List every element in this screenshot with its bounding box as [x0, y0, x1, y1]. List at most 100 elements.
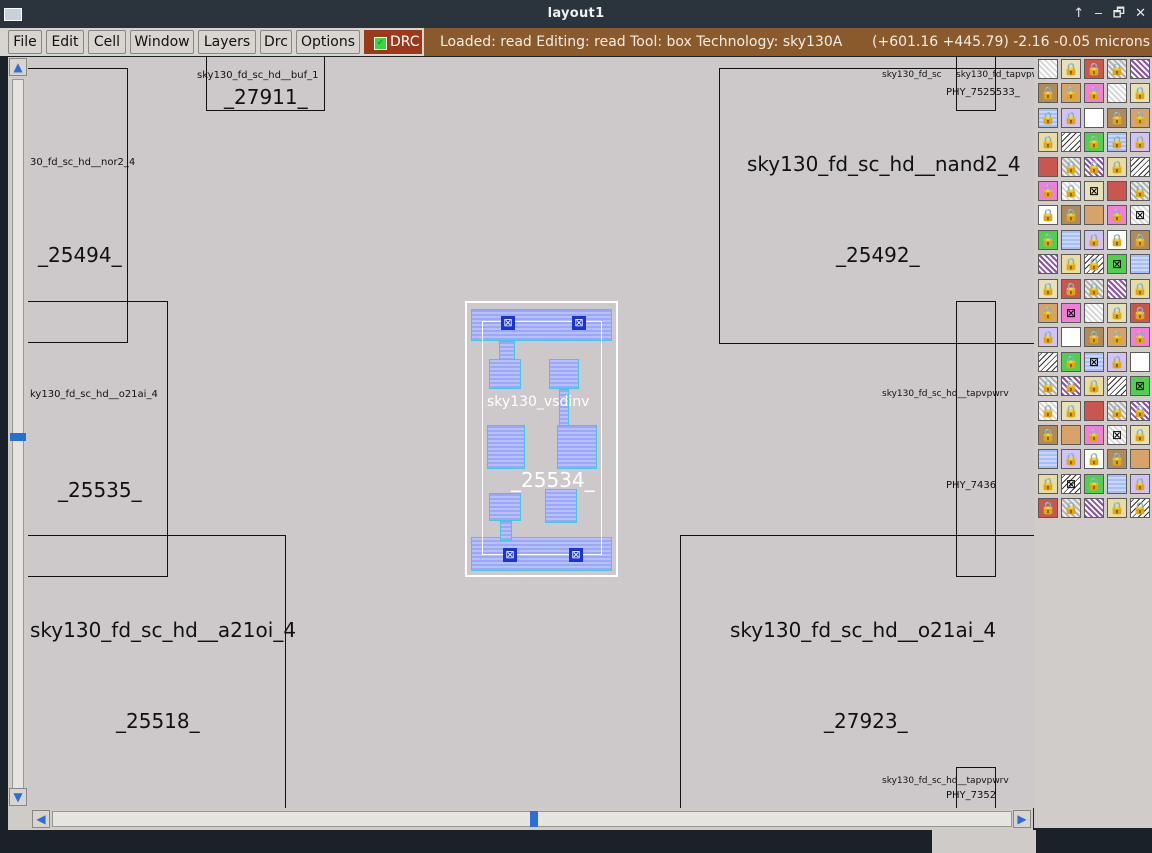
- layer-lock-icon[interactable]: 🔒: [1130, 132, 1150, 153]
- vertical-scrollbar[interactable]: ▲ ▼ ▣: [8, 57, 28, 829]
- layer-lock-icon[interactable]: 🔒: [1038, 181, 1058, 201]
- cell-box-tap-top[interactable]: [956, 57, 996, 111]
- layer-lock-icon[interactable]: 🔒: [1107, 107, 1127, 128]
- layer-lock-icon[interactable]: 🔒: [1038, 132, 1058, 153]
- menu-edit[interactable]: Edit: [46, 30, 84, 54]
- layer-swatch[interactable]: [1084, 498, 1104, 519]
- layer-lock-icon[interactable]: 🔒: [1130, 327, 1150, 348]
- layer-swatch[interactable]: [1130, 449, 1150, 470]
- layer-swatch[interactable]: [1084, 303, 1104, 323]
- layer-swatch[interactable]: [1107, 83, 1127, 104]
- vsdinv-cell[interactable]: ⊠ ⊠ ⊠ ⊠ sky130_vsdinv _25534_: [465, 301, 618, 577]
- layer-lock-icon[interactable]: 🔒: [1130, 278, 1150, 299]
- layer-lock-icon[interactable]: 🔒: [1107, 132, 1127, 153]
- layer-lock-icon[interactable]: 🔒: [1130, 229, 1150, 250]
- layer-lock-icon[interactable]: 🔒: [1061, 205, 1081, 226]
- layer-lock-icon[interactable]: 🔒: [1038, 425, 1058, 445]
- layer-crossed-icon[interactable]: ⊠: [1061, 473, 1081, 494]
- layer-lock-icon[interactable]: 🔒: [1130, 303, 1150, 323]
- layer-lock-icon[interactable]: 🔒: [1061, 107, 1081, 128]
- menu-window[interactable]: Window: [130, 30, 194, 54]
- cell-box-tap-mid[interactable]: [956, 301, 996, 577]
- layer-lock-icon[interactable]: 🔒: [1130, 498, 1150, 519]
- scroll-left-arrow-icon[interactable]: ◀: [32, 810, 50, 828]
- layer-lock-icon[interactable]: 🔒: [1084, 254, 1104, 275]
- layer-swatch[interactable]: [1038, 156, 1058, 177]
- layer-crossed-icon[interactable]: ⊠: [1130, 376, 1150, 397]
- menu-options[interactable]: Options: [296, 30, 360, 54]
- layer-swatch[interactable]: [1107, 473, 1127, 494]
- layer-swatch[interactable]: [1061, 327, 1081, 348]
- layer-lock-icon[interactable]: 🔒: [1084, 132, 1104, 153]
- close-window-icon[interactable]: ✕: [1135, 6, 1146, 21]
- layer-lock-icon[interactable]: 🔒: [1038, 303, 1058, 323]
- layer-lock-icon[interactable]: 🔒: [1038, 83, 1058, 104]
- layer-swatch[interactable]: [1107, 376, 1127, 397]
- layer-lock-icon[interactable]: 🔒: [1038, 473, 1058, 494]
- minimize-window-icon[interactable]: ‒: [1094, 6, 1102, 21]
- shade-window-icon[interactable]: ↑: [1073, 6, 1084, 21]
- layer-lock-icon[interactable]: 🔒: [1038, 278, 1058, 299]
- layer-swatch[interactable]: [1107, 181, 1127, 201]
- layer-lock-icon[interactable]: 🔒: [1130, 181, 1150, 201]
- layer-swatch[interactable]: [1038, 254, 1058, 275]
- layer-lock-icon[interactable]: 🔒: [1038, 327, 1058, 348]
- layer-lock-icon[interactable]: 🔒: [1038, 229, 1058, 250]
- layer-swatch[interactable]: [1130, 156, 1150, 177]
- layer-lock-icon[interactable]: 🔒: [1038, 498, 1058, 519]
- layer-lock-icon[interactable]: 🔒: [1084, 59, 1104, 79]
- layer-lock-icon[interactable]: 🔒: [1084, 327, 1104, 348]
- layer-swatch[interactable]: [1038, 351, 1058, 372]
- menu-layers[interactable]: Layers: [198, 30, 256, 54]
- scroll-up-arrow-icon[interactable]: ▲: [9, 58, 27, 76]
- layer-lock-icon[interactable]: 🔒: [1061, 278, 1081, 299]
- layer-lock-icon[interactable]: 🔒: [1107, 327, 1127, 348]
- scroll-down-arrow-icon[interactable]: ▼: [9, 788, 27, 806]
- layer-lock-icon[interactable]: 🔒: [1084, 278, 1104, 299]
- horizontal-scrollbar[interactable]: ◀ ▶: [8, 808, 1033, 830]
- vertical-scroll-thumb[interactable]: [10, 433, 26, 441]
- layer-lock-icon[interactable]: 🔒: [1107, 229, 1127, 250]
- layer-lock-icon[interactable]: 🔒: [1084, 449, 1104, 470]
- layer-crossed-icon[interactable]: ⊠: [1084, 351, 1104, 372]
- layer-lock-icon[interactable]: 🔒: [1061, 59, 1081, 79]
- layer-lock-icon[interactable]: 🔒: [1084, 83, 1104, 104]
- menu-drc[interactable]: Drc: [260, 30, 292, 54]
- layer-lock-icon[interactable]: 🔒: [1038, 107, 1058, 128]
- layer-lock-icon[interactable]: 🔒: [1084, 156, 1104, 177]
- layer-lock-icon[interactable]: 🔒: [1107, 498, 1127, 519]
- layer-crossed-icon[interactable]: ⊠: [1130, 205, 1150, 226]
- cell-box-a21oi[interactable]: [28, 535, 286, 808]
- menu-file[interactable]: File: [8, 30, 42, 54]
- layer-swatch[interactable]: [1084, 107, 1104, 128]
- layout-canvas[interactable]: sky130_fd_sc_hd__buf_1 _27911_ 30_fd_sc_…: [28, 57, 1034, 808]
- layer-crossed-icon[interactable]: ⊠: [1107, 254, 1127, 275]
- scroll-right-arrow-icon[interactable]: ▶: [1013, 810, 1031, 828]
- layer-lock-icon[interactable]: 🔒: [1084, 229, 1104, 250]
- layer-lock-icon[interactable]: 🔒: [1061, 83, 1081, 104]
- layer-lock-icon[interactable]: 🔒: [1061, 498, 1081, 519]
- layer-lock-icon[interactable]: 🔒: [1130, 83, 1150, 104]
- layer-swatch[interactable]: [1084, 205, 1104, 226]
- horizontal-scroll-thumb[interactable]: [530, 811, 538, 827]
- layer-lock-icon[interactable]: 🔒: [1130, 107, 1150, 128]
- layer-lock-icon[interactable]: 🔒: [1038, 400, 1058, 421]
- layer-lock-icon[interactable]: 🔒: [1038, 376, 1058, 397]
- layer-swatch[interactable]: [1038, 449, 1058, 470]
- cell-box-tap-bot[interactable]: [956, 767, 996, 808]
- layer-lock-icon[interactable]: 🔒: [1061, 351, 1081, 372]
- layer-crossed-icon[interactable]: ⊠: [1061, 303, 1081, 323]
- layer-crossed-icon[interactable]: ⊠: [1107, 425, 1127, 445]
- layer-lock-icon[interactable]: 🔒: [1107, 59, 1127, 79]
- layer-lock-icon[interactable]: 🔒: [1107, 303, 1127, 323]
- layer-lock-icon[interactable]: 🔒: [1084, 425, 1104, 445]
- layer-lock-icon[interactable]: 🔒: [1084, 473, 1104, 494]
- layer-lock-icon[interactable]: 🔒: [1084, 376, 1104, 397]
- layer-lock-icon[interactable]: 🔒: [1061, 156, 1081, 177]
- layer-lock-icon[interactable]: 🔒: [1061, 400, 1081, 421]
- layer-swatch[interactable]: [1130, 351, 1150, 372]
- layer-lock-icon[interactable]: 🔒: [1107, 156, 1127, 177]
- layer-lock-icon[interactable]: 🔒: [1061, 376, 1081, 397]
- layer-lock-icon[interactable]: 🔒: [1061, 181, 1081, 201]
- layer-swatch[interactable]: [1130, 254, 1150, 275]
